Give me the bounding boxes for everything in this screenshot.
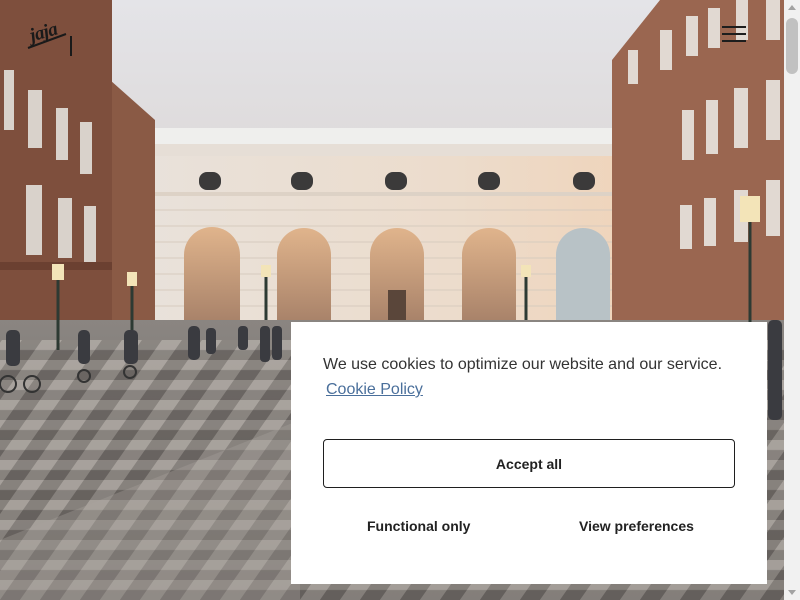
vertical-scrollbar[interactable]	[784, 0, 800, 600]
cookie-consent-dialog: We use cookies to optimize our website a…	[291, 322, 767, 584]
scrollbar-thumb[interactable]	[786, 18, 798, 74]
hamburger-menu-icon[interactable]	[722, 24, 748, 48]
scroll-up-arrow-icon[interactable]	[784, 0, 800, 16]
functional-only-button[interactable]: Functional only	[367, 518, 470, 534]
accept-all-button[interactable]: Accept all	[323, 439, 735, 488]
logo[interactable]: jaja	[26, 18, 76, 58]
cookie-message: We use cookies to optimize our website a…	[323, 356, 723, 373]
scroll-down-arrow-icon[interactable]	[784, 584, 800, 600]
view-preferences-button[interactable]: View preferences	[579, 518, 694, 534]
cookie-policy-link[interactable]: Cookie Policy	[326, 381, 423, 399]
